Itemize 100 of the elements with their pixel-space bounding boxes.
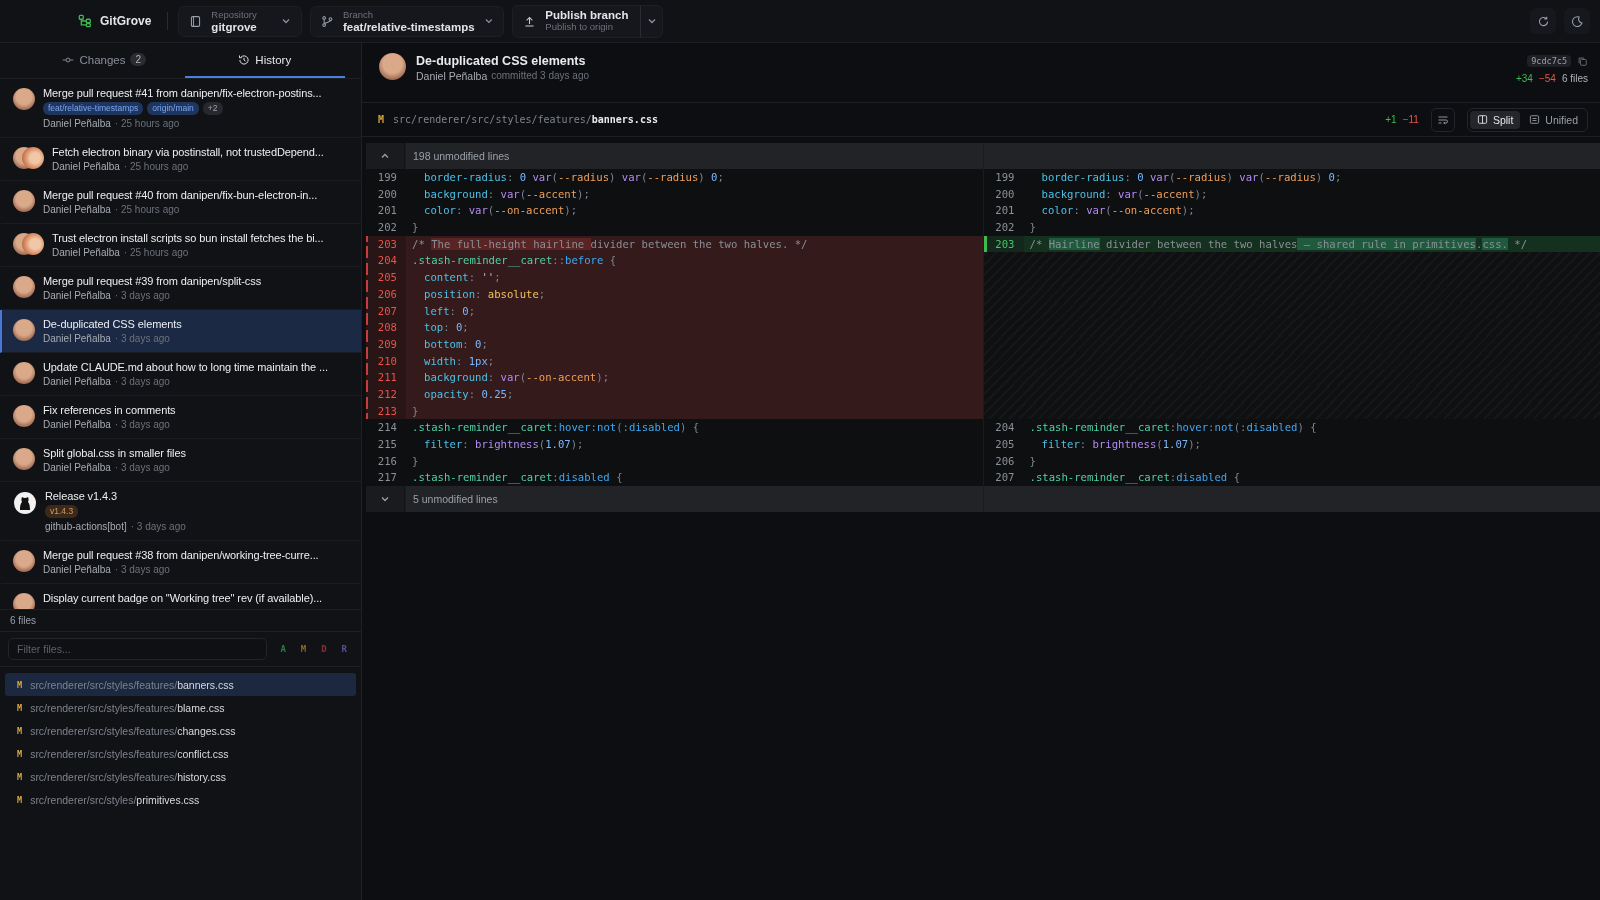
status-filter-button[interactable]: A [274,638,292,660]
commit-time: · 3 days ago [114,375,170,389]
additions-count: +1 [1385,114,1397,125]
additions-count: +34 [1515,73,1533,84]
avatar [13,88,35,110]
file-row[interactable]: M src/renderer/src/styles/features/changes.css [5,719,356,742]
rows-icon [1529,114,1541,125]
file-status: M [17,771,23,782]
refresh-button[interactable] [1530,8,1556,34]
commit-time: · 25 hours ago [114,117,180,131]
commit-author: Daniel Peñalba [416,69,488,83]
commit-author: Daniel Peñalba [43,332,111,346]
line-number: 206 [994,453,1016,469]
app-name: GitGrove [100,14,152,28]
sidebar-tab[interactable]: Changes 2 [24,43,185,78]
commit-row[interactable]: Merge pull request #41 from danipen/fix-electron-postins... feat/relative-timestamps origin/main +2 Daniel Peñalba · 25 hours ago [0,79,361,138]
line-number: 205 [366,269,406,286]
file-status: M [378,114,385,125]
avatar [13,362,35,384]
commit-time: · 3 days ago [114,418,170,432]
code-line: background: var(--accent); [1040,186,1209,202]
status-filter-button[interactable]: M [294,638,313,660]
commit-time: committed 3 days ago [491,69,590,83]
commit-author: Daniel Peñalba [43,117,111,131]
code-line: filter: brightness(1.07); [1040,437,1202,452]
line-number: 211 [366,369,406,386]
copy-icon[interactable] [1577,55,1588,67]
deletions-count: −54 [1538,73,1556,84]
commit-row[interactable]: Fetch electron binary via postinstall, not trustedDepend... Daniel Peñalba · 25 hours ago [0,138,361,181]
avatar [13,593,35,609]
code-line: border-radius: 0 var(--radius) var(--radius) 0; [1040,170,1343,185]
line-number: 202 [994,220,1016,236]
commit-row[interactable]: De-duplicated CSS elements Daniel Peñalba · 3 days ago [0,310,361,353]
line-number: 199 [376,170,398,185]
file-row[interactable]: M src/renderer/src/styles/features/blame.css [5,696,356,719]
line-number: 202 [376,220,398,236]
wrap-icon [1436,113,1449,126]
branch-dropdown[interactable]: Branch feat/relative-timestamps [310,5,505,37]
moon-icon [1570,14,1584,28]
commit-row[interactable]: Release v1.4.3 v1.4.3 github-actions[bot] · 3 days ago [0,482,361,541]
commit-row[interactable]: Merge pull request #38 from danipen/working-tree-curre... Daniel Peñalba · 3 days ago [0,541,361,584]
commit-title: Update CLAUDE.md about how to long time maintain the ... [43,360,328,375]
filter-field[interactable]: Filter files... [8,638,268,660]
commit-row[interactable]: Merge pull request #40 from danipen/fix-bun-electron-in... Daniel Peñalba · 25 hours ago [0,181,361,224]
line-number: 216 [376,453,398,469]
commit-author: Daniel Peñalba [43,203,111,217]
file-row[interactable]: M src/renderer/src/styles/features/banners.css [5,673,356,696]
code-line: background: var(--accent); [423,186,591,202]
file-path: src/renderer/src/styles/features/banners.css [393,114,658,125]
commit-title: De-duplicated CSS elements [416,53,587,69]
code-line: .stash-reminder__caret:hover:not(:disabled) { [1028,420,1318,436]
repository-dropdown[interactable]: Repository gitgrove [178,5,303,37]
code-line: } [411,453,420,469]
line-number: 200 [376,186,398,202]
commit-title: Release v1.4.3 [45,489,118,504]
commit-time: · 3 days ago [114,563,170,577]
commit-time: · 25 hours ago [123,160,189,174]
view-toggle[interactable]: Split [1469,110,1521,129]
ref-tag: +2 [202,102,223,115]
commit-row[interactable]: Display current badge on "Working tree" rev (if available)... [0,584,361,609]
commit-author: Daniel Peñalba [43,461,111,475]
refresh-icon [1536,14,1550,28]
commit-row[interactable]: Trust electron install scripts so bun install fetches the bi... Daniel Peñalba · 25 hours ago [0,224,361,267]
hunk-label: 5 unmodified lines [406,486,983,513]
commit-row[interactable]: Fix references in comments Daniel Peñalba · 3 days ago [0,396,361,439]
file-row[interactable]: M src/renderer/src/styles/features/history.css [5,765,356,788]
avatar-pair [13,233,44,255]
file-path: src/renderer/src/styles/features/conflict.css [30,747,229,760]
file-path: src/renderer/src/styles/features/changes.css [30,724,236,737]
line-number: 201 [994,203,1016,219]
commit-time: · 3 days ago [114,461,170,475]
commit-row[interactable]: Update CLAUDE.md about how to long time maintain the ... Daniel Peñalba · 3 days ago [0,353,361,396]
sidebar-tab[interactable]: History [184,43,345,78]
file-path: src/renderer/src/styles/features/history.css [30,770,226,783]
commit-author: Daniel Peñalba [43,375,111,389]
files-count: 6 files [0,609,361,632]
file-status: M [17,679,23,690]
code-line: .stash-reminder__caret:disabled { [411,470,624,486]
file-path: src/renderer/src/styles/primitives.css [30,793,200,806]
file-row[interactable]: M src/renderer/src/styles/primitives.css [5,788,356,811]
commit-title: Display current badge on "Working tree" rev (if available)... [43,591,323,606]
dark-mode-button[interactable] [1564,8,1590,34]
commit-time: · 3 days ago [130,520,186,534]
deletions-count: −11 [1402,114,1419,125]
line-number: 201 [376,203,398,219]
file-row[interactable]: M src/renderer/src/styles/features/conflict.css [5,742,356,765]
upload-icon [523,14,537,28]
avatar [13,448,35,470]
view-toggle[interactable]: Unified [1522,110,1585,129]
commit-title: Trust electron install scripts so bun install fetches the bi... [52,231,324,246]
branch-icon [321,14,334,28]
ref-tag: v1.4.3 [45,505,79,518]
commit-author: github-actions[bot] [45,520,127,534]
files-changed: 6 files [1561,73,1588,84]
commit-time: · 25 hours ago [123,246,189,260]
code-line: } [1028,220,1037,236]
commit-author: Daniel Peñalba [43,418,111,432]
wrap-lines-button[interactable] [1430,107,1455,132]
commit-row[interactable]: Split global.css in smaller files Daniel Peñalba · 3 days ago [0,439,361,482]
commit-title: Fetch electron binary via postinstall, not trustedDepend... [52,145,324,160]
